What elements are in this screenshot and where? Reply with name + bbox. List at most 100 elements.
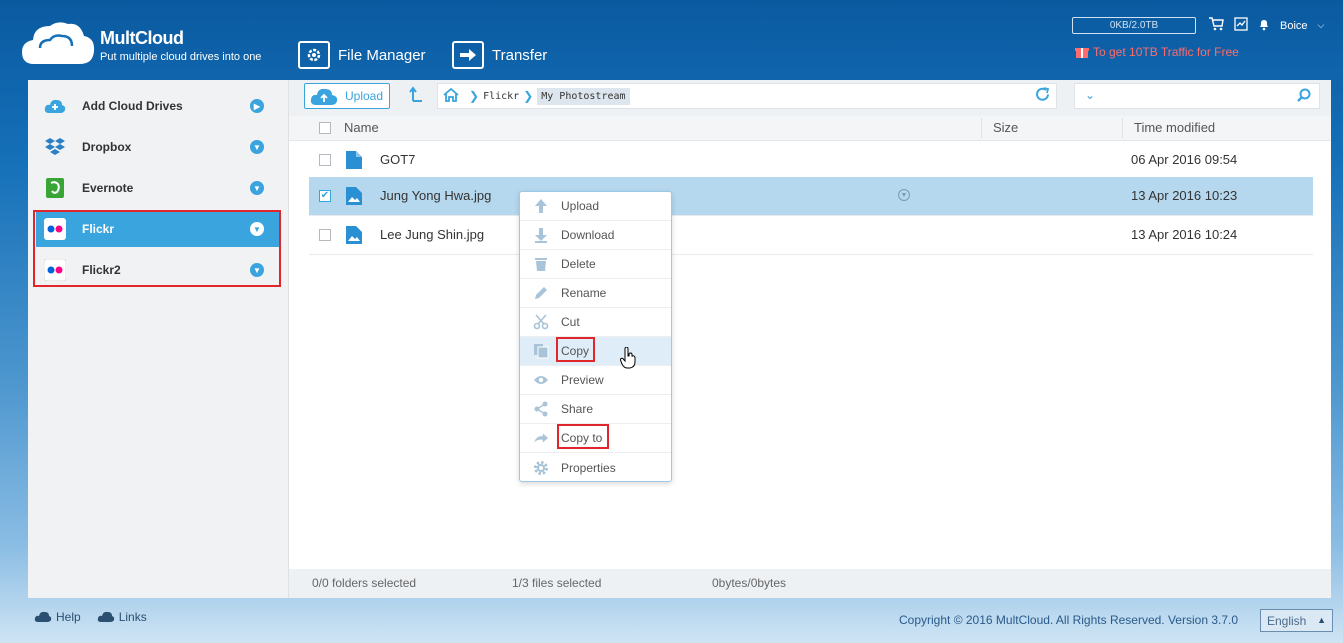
status-bar: 0/0 folders selected 1/3 files selected …: [289, 569, 1331, 598]
cloud-logo-icon: [22, 22, 95, 64]
table-row[interactable]: Lee Jung Shin.jpg 13 Apr 2016 10:24: [309, 216, 1313, 255]
language-select[interactable]: English ▲: [1260, 609, 1333, 632]
upload-button[interactable]: Upload: [304, 83, 390, 109]
highlight-box-flickr: [33, 210, 281, 287]
file-icon: [346, 151, 362, 172]
nav-file-manager-label: File Manager: [338, 46, 426, 64]
toolbar: Upload ❯ Flickr ❯ My Photostream ⌄: [289, 80, 1331, 116]
status-files: 1/3 files selected: [512, 576, 602, 590]
breadcrumb-sep: ❯: [523, 89, 534, 103]
multcloud-logo[interactable]: MultCloud Put multiple cloud drives into…: [20, 18, 280, 70]
row-checkbox[interactable]: [319, 154, 331, 166]
nav-transfer-label: Transfer: [492, 46, 548, 64]
image-file-icon: [346, 226, 362, 247]
file-name: Jung Yong Hwa.jpg: [380, 188, 492, 203]
breadcrumb-item-flickr[interactable]: ❯ Flickr: [465, 89, 519, 103]
pencil-icon: [533, 285, 549, 301]
add-cloud-icon: [44, 95, 66, 117]
file-modified: 06 Apr 2016 09:54: [1131, 152, 1238, 167]
storage-usage: 0KB/2.0TB: [1072, 17, 1196, 34]
gear-icon: [298, 41, 330, 69]
chevron-down-icon[interactable]: ⌄: [1085, 88, 1095, 102]
table-row[interactable]: GOT7 06 Apr 2016 09:54: [309, 141, 1313, 180]
link-cloud-icon: [97, 611, 114, 622]
row-menu-chevron-icon[interactable]: ▼: [898, 189, 910, 201]
links-link[interactable]: Links: [97, 610, 147, 624]
gear-icon: [533, 460, 549, 476]
chart-icon[interactable]: [1234, 17, 1248, 34]
file-modified: 13 Apr 2016 10:24: [1131, 227, 1238, 242]
menu-item-delete[interactable]: Delete: [520, 250, 671, 279]
upload-button-label: Upload: [345, 89, 384, 103]
sidebar-item-label: Dropbox: [82, 140, 132, 154]
chevron-down-icon[interactable]: ▼: [250, 140, 264, 154]
row-checkbox[interactable]: [319, 229, 331, 241]
header-tools: Boice ⌵: [1208, 17, 1324, 34]
row-checkbox[interactable]: ✔: [319, 190, 331, 202]
upload-icon: [533, 198, 549, 214]
hand-cursor-icon: [620, 347, 636, 369]
sidebar-item-evernote[interactable]: Evernote ▼: [36, 170, 280, 206]
column-divider: [1122, 118, 1123, 138]
sidebar-item-add-cloud-drives[interactable]: Add Cloud Drives ▶: [36, 88, 280, 124]
up-level-icon[interactable]: [409, 86, 423, 107]
eye-icon: [533, 372, 549, 388]
file-manager-main: Upload ❯ Flickr ❯ My Photostream ⌄ Name …: [289, 80, 1331, 598]
highlight-box-copy-to: [557, 424, 609, 449]
gift-icon: [1075, 48, 1089, 58]
promo-text: To get 10TB Traffic for Free: [1093, 45, 1239, 59]
sidebar: Add Cloud Drives ▶ Dropbox ▼ Evernote ▼ …: [28, 80, 289, 598]
file-name: Lee Jung Shin.jpg: [380, 227, 485, 242]
help-link[interactable]: Help: [34, 610, 81, 624]
promo-link[interactable]: To get 10TB Traffic for Free: [1075, 45, 1239, 59]
help-cloud-icon: [34, 611, 52, 622]
nav-file-manager[interactable]: File Manager: [298, 40, 426, 70]
menu-item-download[interactable]: Download: [520, 221, 671, 250]
share-icon: [533, 401, 549, 417]
nav-transfer[interactable]: Transfer: [452, 40, 547, 70]
breadcrumb-item-current[interactable]: My Photostream: [537, 87, 630, 105]
table-row[interactable]: ✔ Jung Yong Hwa.jpg ▼ 13 Apr 2016 10:23: [309, 177, 1313, 216]
breadcrumb: ❯ Flickr ❯ My Photostream: [437, 83, 1057, 109]
menu-item-cut[interactable]: Cut: [520, 308, 671, 337]
sidebar-item-dropbox[interactable]: Dropbox ▼: [36, 129, 280, 165]
menu-item-preview[interactable]: Preview: [520, 366, 671, 395]
expand-arrow-icon[interactable]: ▶: [250, 99, 264, 113]
upload-cloud-icon: [310, 88, 338, 105]
column-size[interactable]: Size: [993, 120, 1018, 135]
status-bytes: 0bytes/0bytes: [712, 576, 787, 590]
menu-item-share[interactable]: Share: [520, 395, 671, 424]
column-name[interactable]: Name: [344, 120, 379, 135]
footer-links: Help Links: [34, 610, 147, 624]
brand-name: MultCloud: [100, 28, 184, 48]
menu-item-copy[interactable]: Copy: [520, 337, 671, 366]
refresh-icon[interactable]: [1035, 87, 1050, 106]
highlight-box-copy: [556, 337, 595, 362]
status-folders: 0/0 folders selected: [312, 576, 417, 590]
cart-icon[interactable]: [1208, 17, 1224, 34]
file-name: GOT7: [380, 152, 416, 167]
select-all-checkbox[interactable]: [319, 122, 331, 134]
table-header: Name Size Time modified: [289, 116, 1331, 141]
menu-item-properties[interactable]: Properties: [520, 453, 671, 482]
caret-up-icon: ▲: [1317, 615, 1326, 625]
menu-item-upload[interactable]: Upload: [520, 192, 671, 221]
search-icon[interactable]: [1297, 88, 1311, 105]
file-modified: 13 Apr 2016 10:23: [1131, 188, 1238, 203]
brand-tagline: Put multiple cloud drives into one: [100, 51, 262, 63]
trash-icon: [533, 256, 549, 272]
copy-icon: [533, 343, 549, 359]
search-box[interactable]: ⌄: [1074, 83, 1320, 109]
sidebar-item-label: Evernote: [82, 181, 134, 195]
menu-item-rename[interactable]: Rename: [520, 279, 671, 308]
column-time-modified[interactable]: Time modified: [1134, 120, 1215, 135]
home-icon[interactable]: [443, 87, 459, 105]
scissors-icon: [533, 314, 549, 330]
chevron-down-icon[interactable]: ▼: [250, 181, 264, 195]
chevron-down-icon[interactable]: ⌵: [1318, 20, 1325, 31]
user-name[interactable]: Boice: [1280, 20, 1308, 32]
bell-icon[interactable]: [1258, 18, 1270, 34]
column-divider: [981, 118, 982, 138]
evernote-icon: [44, 177, 66, 199]
sidebar-item-label: Add Cloud Drives: [82, 99, 183, 113]
